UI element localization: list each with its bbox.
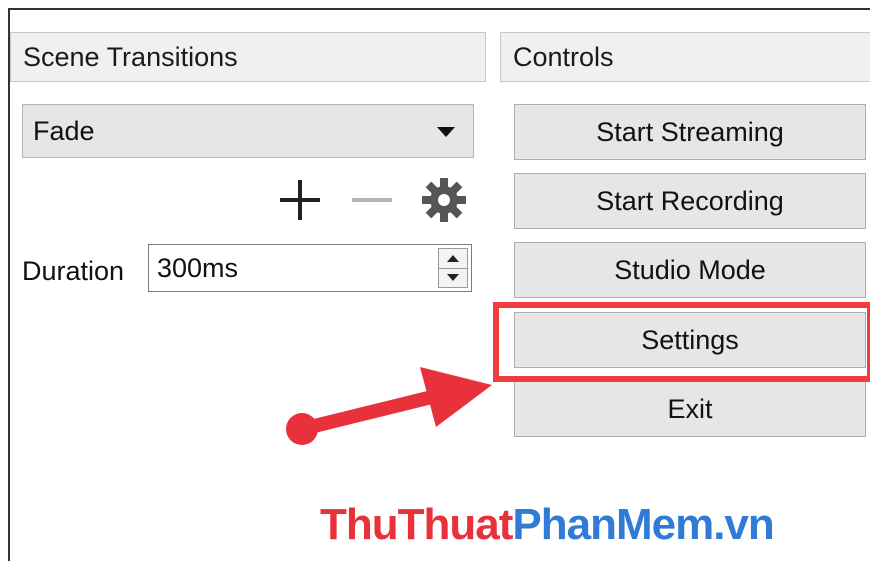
exit-button[interactable]: Exit — [514, 381, 866, 437]
scene-transitions-header: Scene Transitions — [10, 32, 486, 82]
duration-stepper[interactable] — [438, 248, 468, 288]
stepper-up-button[interactable] — [439, 249, 467, 269]
studio-mode-button[interactable]: Studio Mode — [514, 242, 866, 298]
chevron-down-icon[interactable] — [437, 127, 455, 137]
transition-select[interactable]: Fade — [22, 104, 474, 158]
plus-icon[interactable] — [276, 176, 324, 224]
minus-icon[interactable] — [348, 176, 396, 224]
watermark-part2: PhanMem.vn — [512, 500, 774, 549]
start-recording-button[interactable]: Start Recording — [514, 173, 866, 229]
chevron-up-icon — [447, 255, 459, 262]
chevron-down-icon — [447, 274, 459, 281]
duration-label: Duration — [22, 256, 125, 286]
duration-spinbox[interactable]: 300ms — [148, 244, 472, 292]
transition-select-value: Fade — [33, 116, 95, 146]
duration-value[interactable]: 300ms — [157, 253, 238, 283]
watermark-logo: ThuThuatPhanMem.vn — [320, 500, 775, 550]
settings-button[interactable]: Settings — [514, 312, 866, 368]
gear-icon[interactable] — [420, 176, 468, 224]
controls-header: Controls — [500, 32, 870, 82]
watermark-part1: ThuThuat — [320, 500, 513, 549]
stepper-down-button[interactable] — [439, 268, 467, 287]
start-streaming-button[interactable]: Start Streaming — [514, 104, 866, 160]
